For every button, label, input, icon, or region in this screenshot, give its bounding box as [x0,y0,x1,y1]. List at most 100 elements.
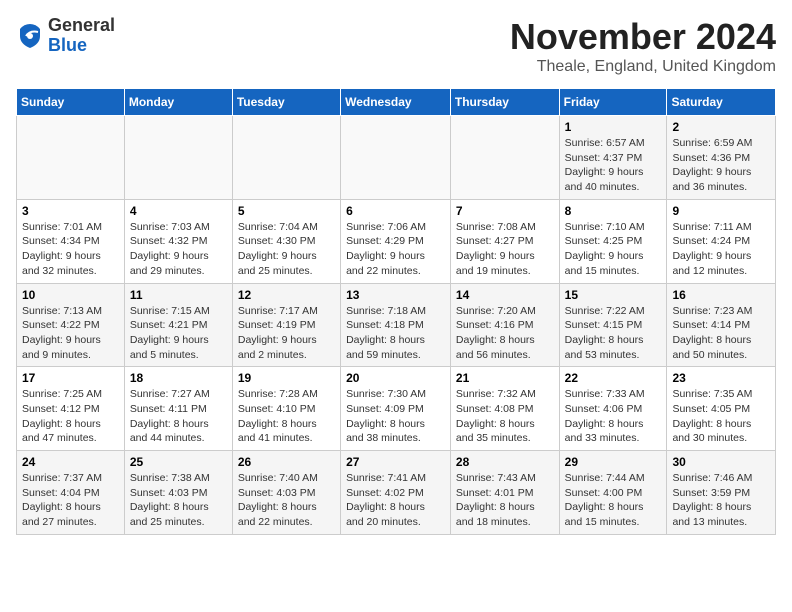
day-info: Sunrise: 7:11 AM Sunset: 4:24 PM Dayligh… [672,220,770,279]
day-info: Sunrise: 7:27 AM Sunset: 4:11 PM Dayligh… [130,387,227,446]
logo: General Blue [16,16,115,56]
day-info: Sunrise: 7:30 AM Sunset: 4:09 PM Dayligh… [346,387,445,446]
calendar-cell: 14 Sunrise: 7:20 AM Sunset: 4:16 PM Dayli… [450,283,559,367]
calendar-cell: 10 Sunrise: 7:13 AM Sunset: 4:22 PM Dayli… [17,283,125,367]
calendar-cell: 29 Sunrise: 7:44 AM Sunset: 4:00 PM Dayli… [559,451,667,535]
day-number: 22 [565,371,662,385]
calendar-cell: 12Sunrise: 7:17 AM Sunset: 4:19 PM Dayli… [232,283,340,367]
calendar-cell: 19 Sunrise: 7:28 AM Sunset: 4:10 PM Dayli… [232,367,340,451]
day-number: 5 [238,204,335,218]
calendar-cell: 3 Sunrise: 7:01 AM Sunset: 4:34 PM Daylig… [17,199,125,283]
calendar-week-2: 3 Sunrise: 7:01 AM Sunset: 4:34 PM Daylig… [17,199,776,283]
calendar-week-4: 17 Sunrise: 7:25 AM Sunset: 4:12 PM Dayli… [17,367,776,451]
calendar-cell: 27 Sunrise: 7:41 AM Sunset: 4:02 PM Dayli… [341,451,451,535]
calendar-cell: 6Sunrise: 7:06 AM Sunset: 4:29 PM Daylig… [341,199,451,283]
day-info: Sunrise: 6:59 AM Sunset: 4:36 PM Dayligh… [672,136,770,195]
day-number: 24 [22,455,119,469]
calendar-cell: 5 Sunrise: 7:04 AM Sunset: 4:30 PM Daylig… [232,199,340,283]
day-info: Sunrise: 7:22 AM Sunset: 4:15 PM Dayligh… [565,304,662,363]
day-info: Sunrise: 7:46 AM Sunset: 3:59 PM Dayligh… [672,471,770,530]
title-block: November 2024 Theale, England, United Ki… [510,16,776,76]
calendar-table: SundayMondayTuesdayWednesdayThursdayFrid… [16,88,776,535]
day-info: Sunrise: 7:25 AM Sunset: 4:12 PM Dayligh… [22,387,119,446]
day-number: 21 [456,371,554,385]
day-info: Sunrise: 7:23 AM Sunset: 4:14 PM Dayligh… [672,304,770,363]
day-number: 14 [456,288,554,302]
calendar-cell: 28 Sunrise: 7:43 AM Sunset: 4:01 PM Dayli… [450,451,559,535]
calendar-cell [232,116,340,200]
calendar-cell: 30 Sunrise: 7:46 AM Sunset: 3:59 PM Dayli… [667,451,776,535]
day-info: Sunrise: 7:40 AM Sunset: 4:03 PM Dayligh… [238,471,335,530]
weekday-header-wednesday: Wednesday [341,89,451,116]
weekday-header-row: SundayMondayTuesdayWednesdayThursdayFrid… [17,89,776,116]
calendar-cell: 9 Sunrise: 7:11 AM Sunset: 4:24 PM Daylig… [667,199,776,283]
day-number: 23 [672,371,770,385]
day-number: 10 [22,288,119,302]
calendar-cell: 15 Sunrise: 7:22 AM Sunset: 4:15 PM Dayli… [559,283,667,367]
day-info: Sunrise: 7:15 AM Sunset: 4:21 PM Dayligh… [130,304,227,363]
day-number: 28 [456,455,554,469]
calendar-cell: 20 Sunrise: 7:30 AM Sunset: 4:09 PM Dayli… [341,367,451,451]
weekday-header-thursday: Thursday [450,89,559,116]
calendar-week-5: 24 Sunrise: 7:37 AM Sunset: 4:04 PM Dayli… [17,451,776,535]
day-number: 19 [238,371,335,385]
calendar-cell: 7 Sunrise: 7:08 AM Sunset: 4:27 PM Daylig… [450,199,559,283]
calendar-cell: 1Sunrise: 6:57 AM Sunset: 4:37 PM Daylig… [559,116,667,200]
day-number: 4 [130,204,227,218]
day-number: 1 [565,120,662,134]
day-info: Sunrise: 7:43 AM Sunset: 4:01 PM Dayligh… [456,471,554,530]
calendar-week-1: 1Sunrise: 6:57 AM Sunset: 4:37 PM Daylig… [17,116,776,200]
day-info: Sunrise: 7:37 AM Sunset: 4:04 PM Dayligh… [22,471,119,530]
day-number: 3 [22,204,119,218]
weekday-header-monday: Monday [124,89,232,116]
day-number: 25 [130,455,227,469]
calendar-cell: 16 Sunrise: 7:23 AM Sunset: 4:14 PM Dayli… [667,283,776,367]
day-info: Sunrise: 7:03 AM Sunset: 4:32 PM Dayligh… [130,220,227,279]
day-number: 2 [672,120,770,134]
day-info: Sunrise: 7:28 AM Sunset: 4:10 PM Dayligh… [238,387,335,446]
day-info: Sunrise: 7:38 AM Sunset: 4:03 PM Dayligh… [130,471,227,530]
day-info: Sunrise: 7:13 AM Sunset: 4:22 PM Dayligh… [22,304,119,363]
day-number: 9 [672,204,770,218]
calendar-cell: 25 Sunrise: 7:38 AM Sunset: 4:03 PM Dayli… [124,451,232,535]
calendar-cell: 23 Sunrise: 7:35 AM Sunset: 4:05 PM Dayli… [667,367,776,451]
weekday-header-saturday: Saturday [667,89,776,116]
logo-general-text: General [48,15,115,35]
calendar-cell: 13 Sunrise: 7:18 AM Sunset: 4:18 PM Dayli… [341,283,451,367]
weekday-header-sunday: Sunday [17,89,125,116]
day-info: Sunrise: 7:35 AM Sunset: 4:05 PM Dayligh… [672,387,770,446]
day-number: 13 [346,288,445,302]
location-subtitle: Theale, England, United Kingdom [510,58,776,76]
day-number: 30 [672,455,770,469]
day-number: 8 [565,204,662,218]
day-number: 17 [22,371,119,385]
logo-icon [16,22,44,50]
day-number: 29 [565,455,662,469]
calendar-cell: 26Sunrise: 7:40 AM Sunset: 4:03 PM Dayli… [232,451,340,535]
calendar-cell: 4 Sunrise: 7:03 AM Sunset: 4:32 PM Daylig… [124,199,232,283]
month-title: November 2024 [510,16,776,58]
calendar-cell: 24 Sunrise: 7:37 AM Sunset: 4:04 PM Dayli… [17,451,125,535]
day-info: Sunrise: 7:44 AM Sunset: 4:00 PM Dayligh… [565,471,662,530]
day-number: 16 [672,288,770,302]
day-number: 27 [346,455,445,469]
weekday-header-tuesday: Tuesday [232,89,340,116]
calendar-cell [450,116,559,200]
day-info: Sunrise: 7:06 AM Sunset: 4:29 PM Dayligh… [346,220,445,279]
calendar-cell: 21Sunrise: 7:32 AM Sunset: 4:08 PM Dayli… [450,367,559,451]
day-number: 7 [456,204,554,218]
day-info: Sunrise: 7:08 AM Sunset: 4:27 PM Dayligh… [456,220,554,279]
day-number: 15 [565,288,662,302]
calendar-cell: 17 Sunrise: 7:25 AM Sunset: 4:12 PM Dayli… [17,367,125,451]
calendar-week-3: 10 Sunrise: 7:13 AM Sunset: 4:22 PM Dayli… [17,283,776,367]
calendar-cell: 11 Sunrise: 7:15 AM Sunset: 4:21 PM Dayli… [124,283,232,367]
weekday-header-friday: Friday [559,89,667,116]
day-info: Sunrise: 7:17 AM Sunset: 4:19 PM Dayligh… [238,304,335,363]
day-info: Sunrise: 7:20 AM Sunset: 4:16 PM Dayligh… [456,304,554,363]
day-info: Sunrise: 7:01 AM Sunset: 4:34 PM Dayligh… [22,220,119,279]
day-info: Sunrise: 7:41 AM Sunset: 4:02 PM Dayligh… [346,471,445,530]
day-number: 11 [130,288,227,302]
day-info: Sunrise: 7:04 AM Sunset: 4:30 PM Dayligh… [238,220,335,279]
day-info: Sunrise: 7:18 AM Sunset: 4:18 PM Dayligh… [346,304,445,363]
day-number: 20 [346,371,445,385]
